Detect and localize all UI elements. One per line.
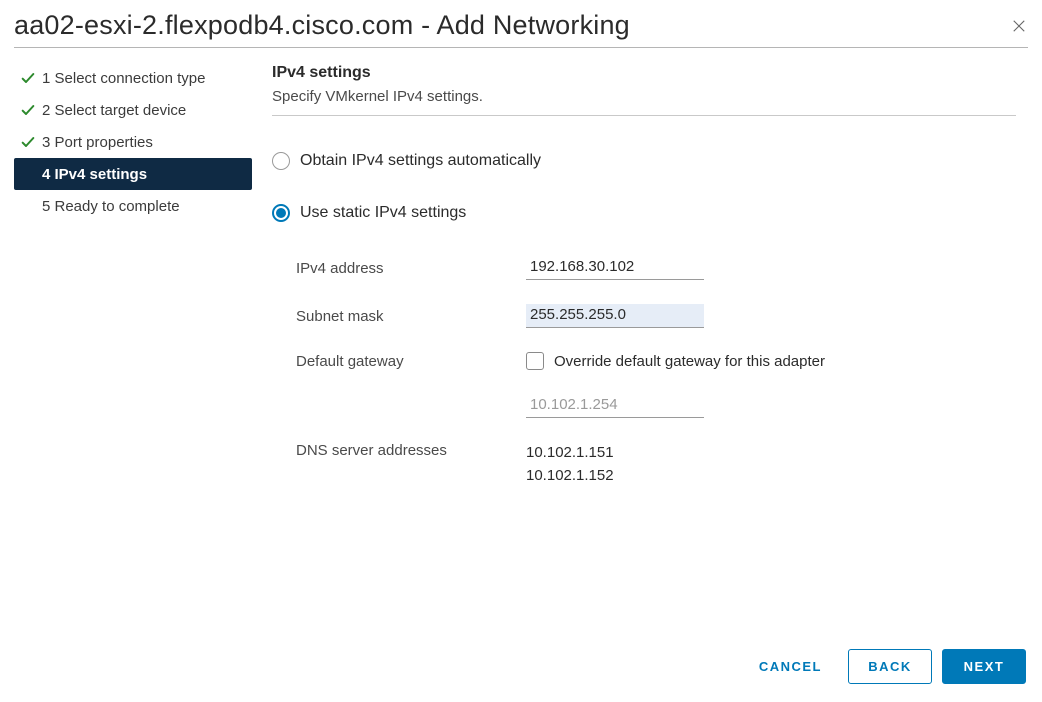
label-dns: DNS server addresses — [296, 442, 526, 459]
wizard-step-ready-to-complete[interactable]: 5 Ready to complete — [14, 190, 252, 222]
dialog-titlebar: aa02-esxi-2.flexpodb4.cisco.com - Add Ne… — [0, 0, 1042, 47]
row-dns: DNS server addresses 10.102.1.151 10.102… — [296, 442, 1016, 487]
row-ipv4-address: IPv4 address — [296, 256, 1016, 280]
dns-line-2: 10.102.1.152 — [526, 465, 614, 488]
wizard-step-port-properties[interactable]: 3 Port properties — [14, 126, 252, 158]
cancel-button[interactable]: CANCEL — [743, 650, 838, 683]
label-ipv4-address: IPv4 address — [296, 260, 526, 277]
wizard-step-label: 3 Port properties — [42, 134, 153, 151]
override-gateway-label: Override default gateway for this adapte… — [554, 353, 825, 370]
back-button[interactable]: BACK — [848, 649, 932, 684]
radio-obtain-auto[interactable]: Obtain IPv4 settings automatically — [272, 152, 1016, 170]
override-gateway-checkbox-row[interactable]: Override default gateway for this adapte… — [526, 352, 825, 370]
radio-static-ipv4[interactable]: Use static IPv4 settings — [272, 204, 1016, 222]
wizard-step-label: 1 Select connection type — [42, 70, 205, 87]
next-button[interactable]: NEXT — [942, 649, 1026, 684]
label-subnet-mask: Subnet mask — [296, 308, 526, 325]
checkmark-icon — [20, 102, 36, 118]
wizard-sidebar: 1 Select connection type 2 Select target… — [0, 62, 272, 631]
section-subtitle: Specify VMkernel IPv4 settings. — [272, 88, 1016, 105]
wizard-step-connection-type[interactable]: 1 Select connection type — [14, 62, 252, 94]
row-default-gateway: Default gateway Override default gateway… — [296, 352, 1016, 370]
wizard-step-ipv4-settings[interactable]: 4 IPv4 settings — [14, 158, 252, 190]
section-separator — [272, 115, 1016, 116]
input-default-gateway — [526, 394, 704, 418]
radio-icon — [272, 152, 290, 170]
checkbox-icon — [526, 352, 544, 370]
add-networking-dialog: aa02-esxi-2.flexpodb4.cisco.com - Add Ne… — [0, 0, 1042, 702]
wizard-step-label: 2 Select target device — [42, 102, 186, 119]
wizard-step-label: 5 Ready to complete — [42, 198, 180, 215]
dns-values: 10.102.1.151 10.102.1.152 — [526, 442, 614, 487]
dialog-title: aa02-esxi-2.flexpodb4.cisco.com - Add Ne… — [14, 10, 630, 41]
dialog-footer: CANCEL BACK NEXT — [0, 631, 1042, 702]
static-ipv4-form: IPv4 address Subnet mask Default gateway — [272, 256, 1016, 487]
dns-line-1: 10.102.1.151 — [526, 442, 614, 465]
input-ipv4-address[interactable] — [526, 256, 704, 280]
dialog-body: 1 Select connection type 2 Select target… — [0, 48, 1042, 631]
label-default-gateway: Default gateway — [296, 353, 526, 370]
wizard-step-label: 4 IPv4 settings — [42, 166, 147, 183]
radio-label: Obtain IPv4 settings automatically — [300, 152, 541, 170]
wizard-step-target-device[interactable]: 2 Select target device — [14, 94, 252, 126]
radio-icon — [272, 204, 290, 222]
row-subnet-mask: Subnet mask — [296, 304, 1016, 328]
checkmark-icon — [20, 70, 36, 86]
checkmark-icon — [20, 134, 36, 150]
input-subnet-mask[interactable] — [526, 304, 704, 328]
section-title: IPv4 settings — [272, 64, 1016, 82]
wizard-main: IPv4 settings Specify VMkernel IPv4 sett… — [272, 62, 1042, 631]
close-icon[interactable] — [1010, 17, 1028, 35]
radio-label: Use static IPv4 settings — [300, 204, 466, 222]
row-default-gateway-value — [296, 394, 1016, 418]
